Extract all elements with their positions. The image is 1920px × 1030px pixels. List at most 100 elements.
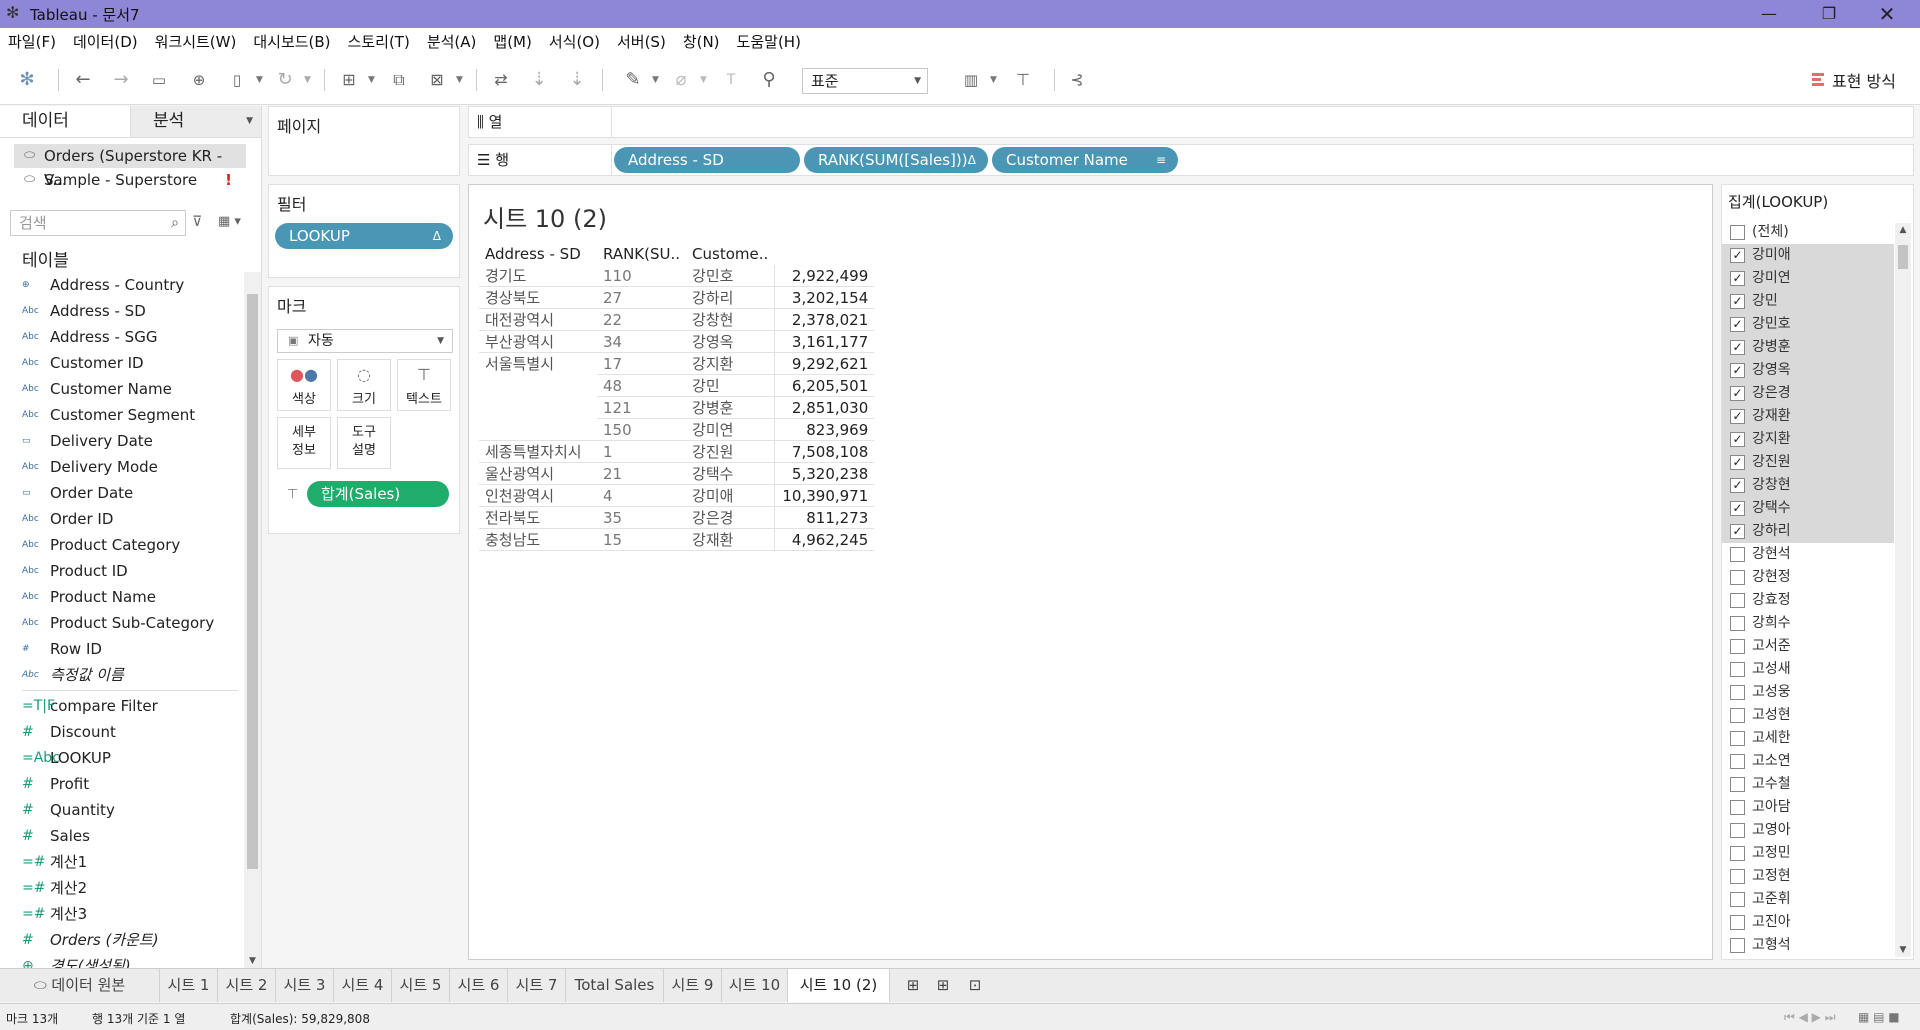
filter-checkbox-item[interactable]: 고소연 <box>1722 750 1894 773</box>
mark-type-select[interactable]: ▣ 자동 ▼ <box>277 329 453 353</box>
cell-sales[interactable]: 7,508,108 <box>773 440 875 463</box>
cell-rank[interactable]: 110 <box>597 265 687 287</box>
checkbox-checked-icon[interactable]: ✓ <box>1730 478 1745 493</box>
sheet-tab[interactable]: 시트 1 <box>160 969 218 1002</box>
sheet-tab[interactable]: 시트 3 <box>276 969 334 1002</box>
rows-shelf[interactable]: ☰ 행 Address - SD RANK(SUM([Sales])) Δ Cu… <box>468 144 1914 176</box>
cell-customer-name[interactable]: 강은경 <box>686 506 775 529</box>
filter-checkbox-item[interactable]: 고영아 <box>1722 819 1894 842</box>
checkbox-checked-icon[interactable]: ✓ <box>1730 386 1745 401</box>
checkbox-checked-icon[interactable]: ✓ <box>1730 501 1745 516</box>
field-item[interactable]: # Quantity <box>0 797 244 823</box>
checkbox-icon[interactable] <box>1730 846 1745 861</box>
filter-checkbox-item[interactable]: ✓ 강병훈 <box>1722 336 1894 359</box>
filter-checkbox-item[interactable]: 고정민 <box>1722 842 1894 865</box>
field-item[interactable]: # Row ID <box>0 636 244 662</box>
cell-sales[interactable]: 9,292,621 <box>773 352 875 375</box>
checkbox-icon[interactable] <box>1730 662 1745 677</box>
filter-pill-lookup[interactable]: LOOKUP Δ <box>275 223 453 249</box>
marks-tooltip-button[interactable]: 도구 설명 <box>337 417 391 469</box>
menu-map[interactable]: 맵(M) <box>493 31 531 52</box>
field-item[interactable]: Abc Customer Segment <box>0 402 244 428</box>
new-worksheet-dropdown-icon[interactable]: ▼ <box>368 67 378 93</box>
menu-analysis[interactable]: 분석(A) <box>427 31 477 52</box>
filters-card[interactable]: 필터 LOOKUP Δ <box>268 184 460 278</box>
sheet-tab[interactable]: 시트 6 <box>450 969 508 1002</box>
cell-customer-name[interactable]: 강지환 <box>686 352 775 375</box>
field-item[interactable]: Abc Product Category <box>0 532 244 558</box>
table-row[interactable]: 인천광역시 4 강미애 10,390,971 <box>479 484 875 507</box>
cell-sales[interactable]: 823,969 <box>773 418 875 441</box>
rows-pill-rank-sales[interactable]: RANK(SUM([Sales])) Δ <box>804 147 988 173</box>
checkbox-icon[interactable] <box>1730 639 1745 654</box>
field-item[interactable]: Abc 측정값 이름 <box>0 662 244 688</box>
cell-customer-name[interactable]: 강병훈 <box>686 396 775 419</box>
checkbox-icon[interactable] <box>1730 938 1745 953</box>
menu-window[interactable]: 창(N) <box>683 31 720 52</box>
menu-file[interactable]: 파일(F) <box>8 31 56 52</box>
cell-address-sd[interactable]: 경기도 <box>479 265 597 287</box>
menu-server[interactable]: 서버(S) <box>617 31 666 52</box>
cell-rank[interactable]: 15 <box>597 528 687 551</box>
sheet-tab[interactable]: 시트 2 <box>218 969 276 1002</box>
field-item[interactable]: =Abc LOOKUP <box>0 745 244 771</box>
new-worksheet-icon[interactable]: ⊞ <box>900 969 926 1002</box>
cell-rank[interactable]: 21 <box>597 462 687 485</box>
checkbox-checked-icon[interactable]: ✓ <box>1730 455 1745 470</box>
field-item[interactable]: Abc Order ID <box>0 506 244 532</box>
search-input[interactable]: 검색 ⌕ <box>10 210 186 236</box>
group-dropdown-icon[interactable]: ▼ <box>700 67 710 93</box>
restore-button[interactable]: ❐ <box>1800 0 1858 28</box>
filter-checkbox-item[interactable]: ✓ 강민 <box>1722 290 1894 313</box>
cell-sales[interactable]: 2,851,030 <box>773 396 875 419</box>
cell-rank[interactable]: 27 <box>597 286 687 309</box>
tab-data-source[interactable]: ⬭ 데이터 원본 <box>0 969 160 1002</box>
cell-sales[interactable]: 5,320,238 <box>773 462 875 485</box>
checkbox-icon[interactable] <box>1730 800 1745 815</box>
filter-checkbox-item[interactable]: 고성웅 <box>1722 681 1894 704</box>
table-row[interactable]: 대전광역시 22 강창현 2,378,021 <box>479 308 875 331</box>
cell-rank[interactable]: 1 <box>597 440 687 463</box>
cell-address-sd[interactable]: 전라북도 <box>479 506 597 529</box>
worksheet-view[interactable]: 시트 10 (2) Address - SD RANK(SU.. Custome… <box>468 184 1713 960</box>
checkbox-icon[interactable] <box>1730 823 1745 838</box>
checkbox-icon[interactable] <box>1730 685 1745 700</box>
table-row[interactable]: 울산광역시 21 강택수 5,320,238 <box>479 462 875 485</box>
refresh-icon[interactable]: ↻ <box>272 67 298 93</box>
field-item[interactable]: Abc Product Name <box>0 584 244 610</box>
cell-address-sd[interactable]: 경상북도 <box>479 286 597 309</box>
scrollbar-thumb[interactable] <box>247 294 258 869</box>
table-row[interactable]: 150 강미연 823,969 <box>479 418 875 441</box>
checkbox-checked-icon[interactable]: ✓ <box>1730 340 1745 355</box>
menu-help[interactable]: 도움말(H) <box>737 31 801 52</box>
cell-customer-name[interactable]: 강재환 <box>686 528 775 551</box>
checkbox-icon[interactable] <box>1730 593 1745 608</box>
marks-pill-sum-sales[interactable]: 합계(Sales) <box>307 481 449 507</box>
cell-sales[interactable]: 3,161,177 <box>773 330 875 353</box>
sheet-navigation-icon[interactable]: ⏮ ◀ ▶ ⏭ <box>1784 1010 1836 1025</box>
clear-sheet-icon[interactable]: ⊠ <box>424 67 450 93</box>
table-row[interactable]: 충청남도 15 강재환 4,962,245 <box>479 528 875 551</box>
checkbox-icon[interactable] <box>1730 892 1745 907</box>
header-rank[interactable]: RANK(SU.. <box>597 243 686 265</box>
filter-checkbox-item[interactable]: 강효정 <box>1722 589 1894 612</box>
share-icon[interactable]: ⊰ <box>1064 67 1090 93</box>
cell-sales[interactable]: 6,205,501 <box>773 374 875 397</box>
view-sorter-icon[interactable]: ▦ ▤ ■ <box>1858 1010 1900 1024</box>
undo-icon[interactable]: ← <box>70 67 96 93</box>
new-story-icon[interactable]: ⊡ <box>962 969 988 1002</box>
duplicate-sheet-icon[interactable]: ⧉ <box>386 67 412 93</box>
filter-checkbox-item[interactable]: 고정현 <box>1722 865 1894 888</box>
tableau-home-icon[interactable]: ✻ <box>14 67 40 93</box>
cell-sales[interactable]: 4,962,245 <box>773 528 875 551</box>
checkbox-checked-icon[interactable]: ✓ <box>1730 363 1745 378</box>
field-list-scrollbar[interactable]: ▼ <box>244 272 261 968</box>
filter-checkbox-item[interactable]: 고아담 <box>1722 796 1894 819</box>
field-item[interactable]: Abc Product Sub-Category <box>0 610 244 636</box>
pause-updates-icon[interactable]: ▯ <box>224 67 250 93</box>
save-icon[interactable]: ▭ <box>146 67 172 93</box>
datasource-orders[interactable]: ⬭ Orders (Superstore KR - V... <box>14 144 246 189</box>
sort-ascending-icon[interactable]: ⇣ <box>526 67 552 93</box>
field-item[interactable]: ▭ Delivery Date <box>0 428 244 454</box>
field-item[interactable]: # Orders (카운트) <box>0 927 244 953</box>
